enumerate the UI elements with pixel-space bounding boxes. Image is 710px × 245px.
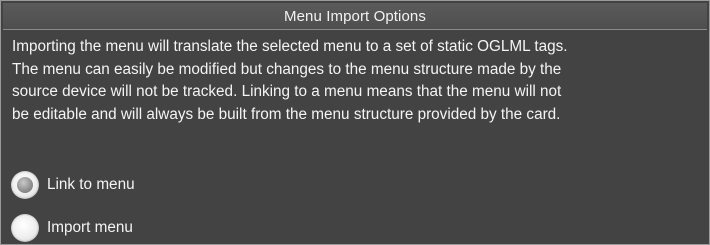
dialog-title: Menu Import Options xyxy=(284,7,426,25)
import-menu-label: Import menu xyxy=(47,219,133,236)
description-line: be editable and will always be built fro… xyxy=(12,105,561,123)
link-to-menu-radio[interactable] xyxy=(11,171,39,199)
import-menu-option[interactable]: Import menu xyxy=(11,213,133,243)
dialog-titlebar: Menu Import Options xyxy=(3,3,707,30)
description-line: Importing the menu will translate the se… xyxy=(12,38,568,55)
link-to-menu-label: Link to menu xyxy=(47,176,135,193)
dialog-description: Importing the menu will translate the se… xyxy=(12,36,702,126)
menu-import-options-dialog: Menu Import Options Importing the menu w… xyxy=(0,0,710,245)
description-line: source device will not be tracked. Linki… xyxy=(12,83,562,100)
import-menu-radio[interactable] xyxy=(11,214,39,242)
description-line: The menu can easily be modified but chan… xyxy=(12,60,562,78)
link-to-menu-option[interactable]: Link to menu xyxy=(11,170,135,200)
